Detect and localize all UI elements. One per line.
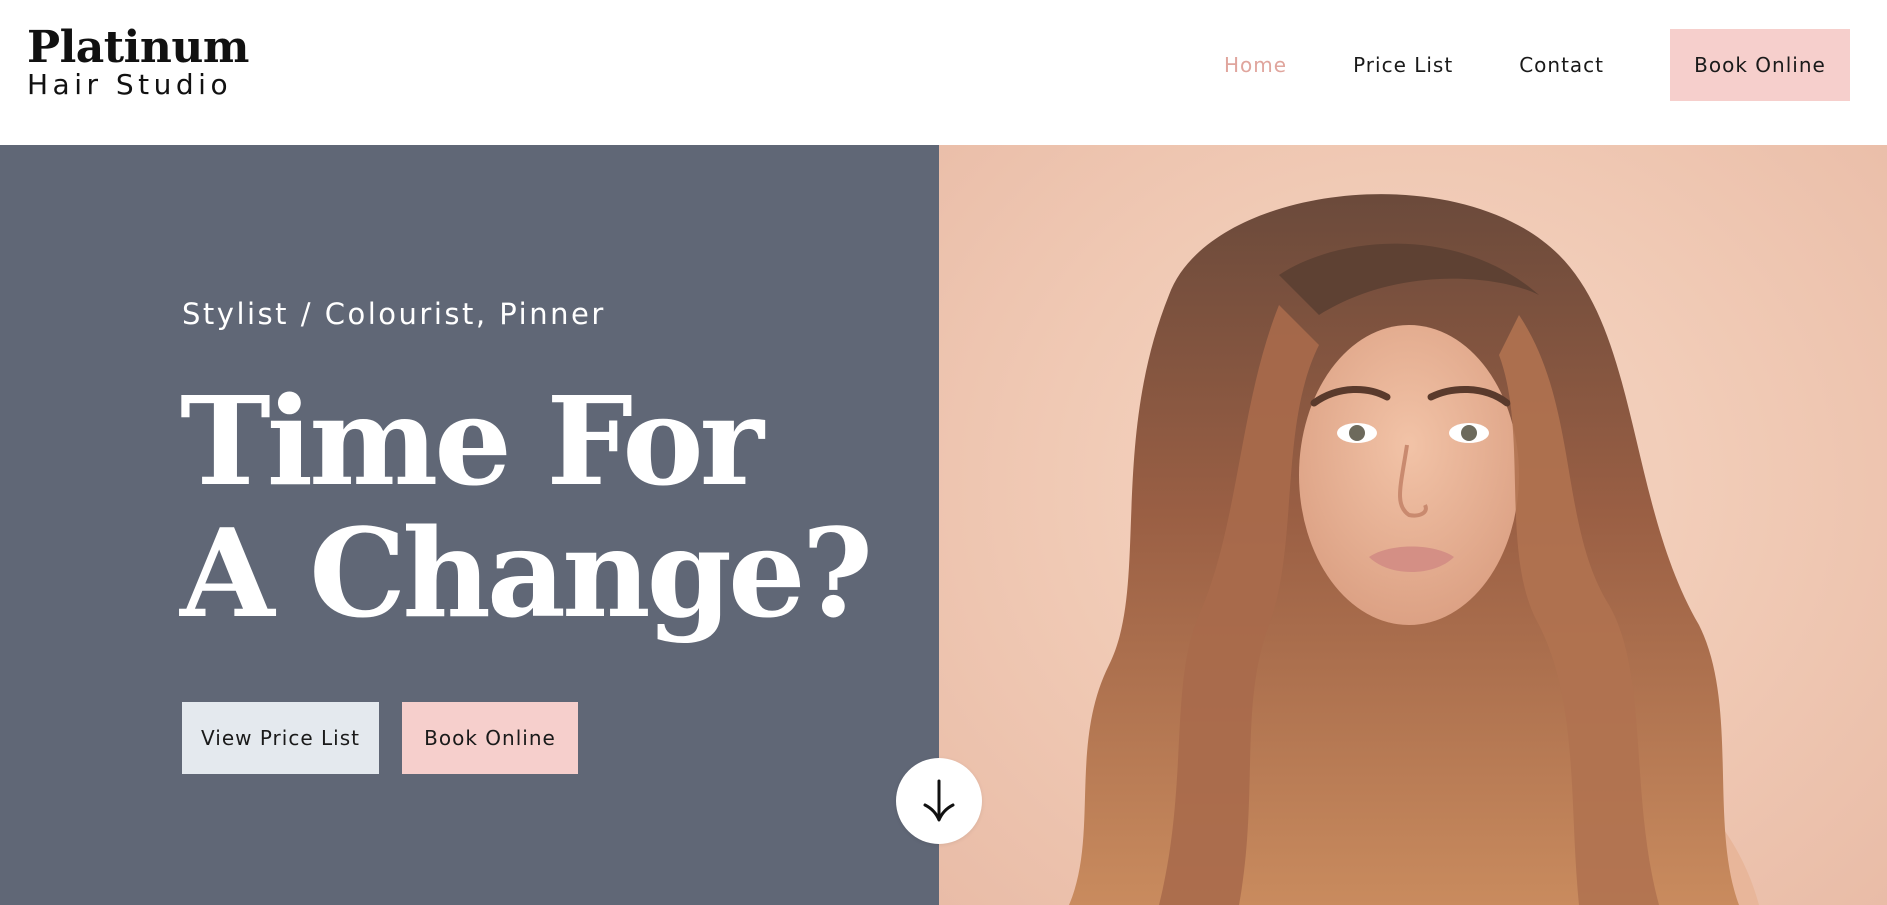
- scroll-down-button[interactable]: [896, 758, 982, 844]
- view-price-list-button[interactable]: View Price List: [182, 702, 379, 774]
- hero-portrait: [1069, 194, 1759, 905]
- logo-wordmark: Platinum: [27, 22, 249, 73]
- nav-book-online-button[interactable]: Book Online: [1670, 29, 1850, 101]
- hero-image: [939, 145, 1887, 905]
- hero-eyebrow: Stylist / Colourist, Pinner: [182, 297, 606, 331]
- hero-headline: Time For A Change?: [180, 375, 880, 639]
- main-nav: Home Price List Contact Book Online: [1224, 29, 1887, 101]
- arrow-down-icon: [923, 779, 955, 822]
- nav-item-price-list[interactable]: Price List: [1353, 53, 1453, 77]
- hero-text-panel: Stylist / Colourist, Pinner Time For A C…: [0, 145, 939, 905]
- logo-subtitle: Hair Studio: [27, 68, 233, 101]
- site-header: Platinum Hair Studio Home Price List Con…: [0, 0, 1887, 145]
- hero-headline-line-2: A Change?: [180, 501, 873, 645]
- nav-item-contact[interactable]: Contact: [1519, 53, 1604, 77]
- hero-headline-line-1: Time For: [180, 369, 764, 513]
- hero-book-online-button[interactable]: Book Online: [402, 702, 578, 774]
- logo[interactable]: Platinum Hair Studio: [27, 26, 249, 100]
- nav-item-home[interactable]: Home: [1224, 53, 1287, 77]
